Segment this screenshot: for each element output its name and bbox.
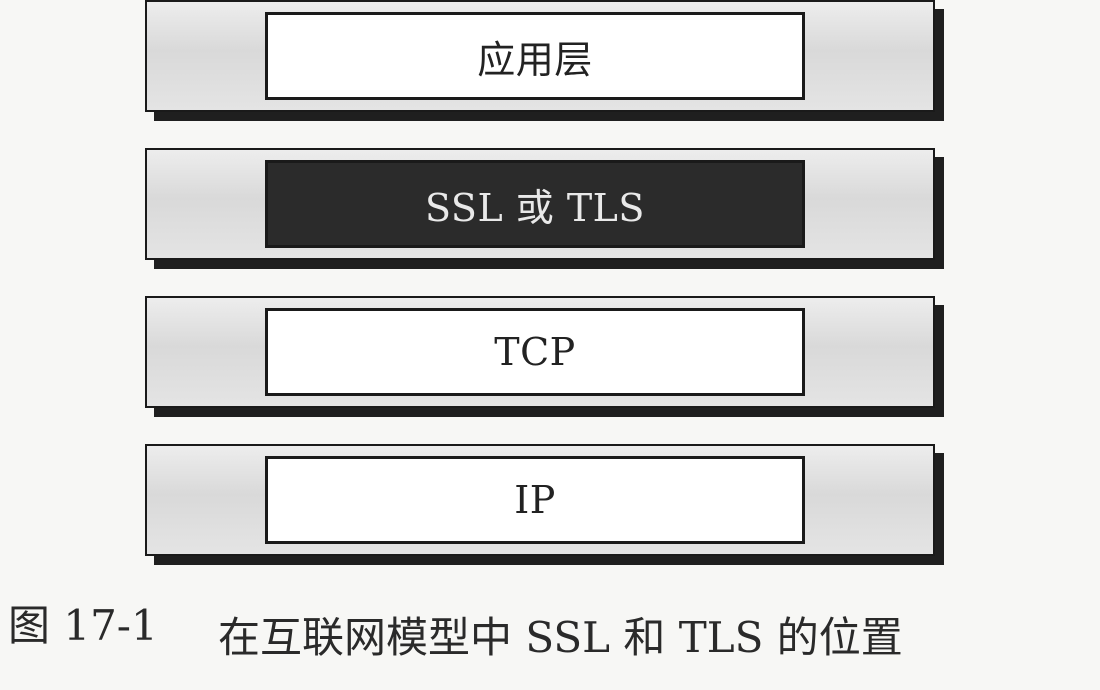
tcp-layer-box: TCP: [145, 296, 935, 408]
ssl-tls-layer-box: SSL 或 TLS: [145, 148, 935, 260]
tcp-layer-label: TCP: [265, 308, 805, 396]
ssl-tls-layer-label: SSL 或 TLS: [265, 160, 805, 248]
application-layer-box: 应用层: [145, 0, 935, 112]
figure-number: 图 17-1: [8, 601, 158, 650]
ip-layer-box: IP: [145, 444, 935, 556]
figure-caption: 图 17-1 在互联网模型中 SSL 和 TLS 的位置: [0, 592, 1100, 662]
application-layer-label: 应用层: [265, 12, 805, 100]
ip-layer-label: IP: [265, 456, 805, 544]
figure-caption-text: 在互联网模型中 SSL 和 TLS 的位置: [218, 613, 903, 662]
